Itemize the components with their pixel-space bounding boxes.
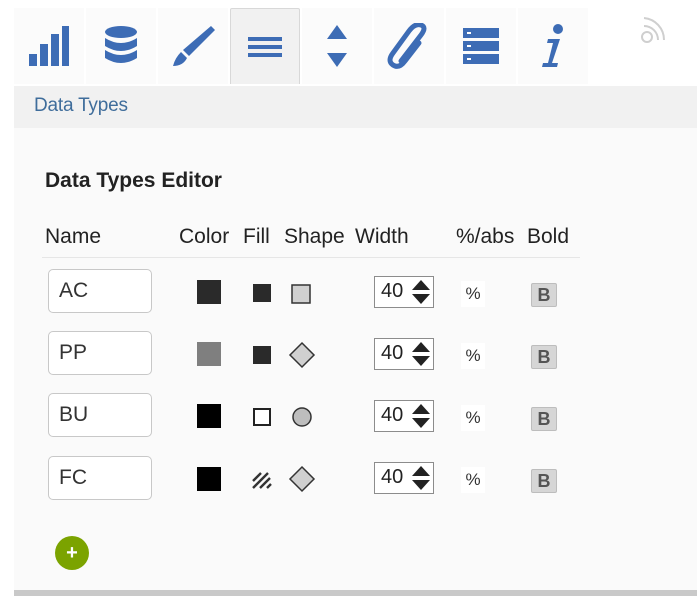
stepper-arrows-icon[interactable] <box>411 279 431 305</box>
fill-solid-icon[interactable] <box>253 284 271 302</box>
color-swatch[interactable] <box>197 280 221 304</box>
server-list-icon <box>463 28 499 64</box>
fill-solid-icon[interactable] <box>253 346 271 364</box>
color-swatch[interactable] <box>197 404 221 428</box>
menu-lines-icon <box>248 36 282 57</box>
tab-sort[interactable] <box>302 8 372 84</box>
shape-circle-icon[interactable] <box>291 406 313 428</box>
tab-data[interactable] <box>86 8 156 84</box>
add-data-type-button[interactable]: + <box>55 536 89 570</box>
col-header-shape: Shape <box>284 225 345 248</box>
fill-hatched-icon[interactable] <box>251 469 273 491</box>
name-input[interactable] <box>48 456 152 500</box>
width-value: 40 <box>381 404 404 426</box>
bold-toggle[interactable]: B <box>531 283 557 307</box>
bar-chart-icon <box>29 26 69 66</box>
database-icon <box>105 26 137 63</box>
width-value: 40 <box>381 280 404 302</box>
paperclip-icon <box>387 23 427 69</box>
width-stepper[interactable]: 40 <box>374 338 434 370</box>
width-value: 40 <box>381 342 404 364</box>
shape-diamond-icon[interactable] <box>288 341 316 369</box>
header-divider <box>42 257 580 258</box>
col-header-width: Width <box>355 225 409 248</box>
bold-toggle[interactable]: B <box>531 469 557 493</box>
col-header-color: Color <box>179 225 230 248</box>
stepper-arrows-icon[interactable] <box>411 341 431 367</box>
info-icon <box>542 24 563 67</box>
unit-toggle[interactable]: % <box>461 405 485 431</box>
width-stepper[interactable]: 40 <box>374 276 434 308</box>
col-header-bold: Bold <box>527 225 570 248</box>
col-header-pct-abs: %/abs <box>456 225 515 248</box>
shape-diamond-icon[interactable] <box>288 465 316 493</box>
stepper-arrows-icon[interactable] <box>411 465 431 491</box>
name-input[interactable] <box>48 393 152 437</box>
bold-toggle[interactable]: B <box>531 407 557 431</box>
width-stepper[interactable]: 40 <box>374 462 434 494</box>
col-header-name: Name <box>45 225 102 248</box>
tab-style[interactable] <box>158 8 228 84</box>
tab-chart[interactable] <box>14 8 84 84</box>
unit-toggle[interactable]: % <box>461 343 485 369</box>
width-stepper[interactable]: 40 <box>374 400 434 432</box>
tab-info[interactable] <box>518 8 588 84</box>
unit-toggle[interactable]: % <box>461 467 485 493</box>
col-header-fill: Fill <box>243 225 270 248</box>
unit-toggle[interactable]: % <box>461 281 485 307</box>
tab-bar <box>14 8 596 86</box>
section-header: Data Types <box>14 86 697 128</box>
color-swatch[interactable] <box>197 467 221 491</box>
stepper-arrows-icon[interactable] <box>411 403 431 429</box>
feed-icon[interactable] <box>640 14 666 44</box>
name-input[interactable] <box>48 331 152 375</box>
fill-outline-icon[interactable] <box>253 408 271 426</box>
tab-server[interactable] <box>446 8 516 84</box>
bold-toggle[interactable]: B <box>531 345 557 369</box>
shape-square-icon[interactable] <box>290 283 312 305</box>
width-value: 40 <box>381 466 404 488</box>
color-swatch[interactable] <box>197 342 221 366</box>
section-title: Data Types <box>34 95 128 116</box>
brush-icon <box>173 26 215 66</box>
sort-arrows-icon <box>327 25 347 67</box>
name-input[interactable] <box>48 269 152 313</box>
tab-attachments[interactable] <box>374 8 444 84</box>
panel-shadow <box>14 590 697 596</box>
tab-data-types[interactable] <box>230 8 300 84</box>
editor-title: Data Types Editor <box>45 169 222 192</box>
